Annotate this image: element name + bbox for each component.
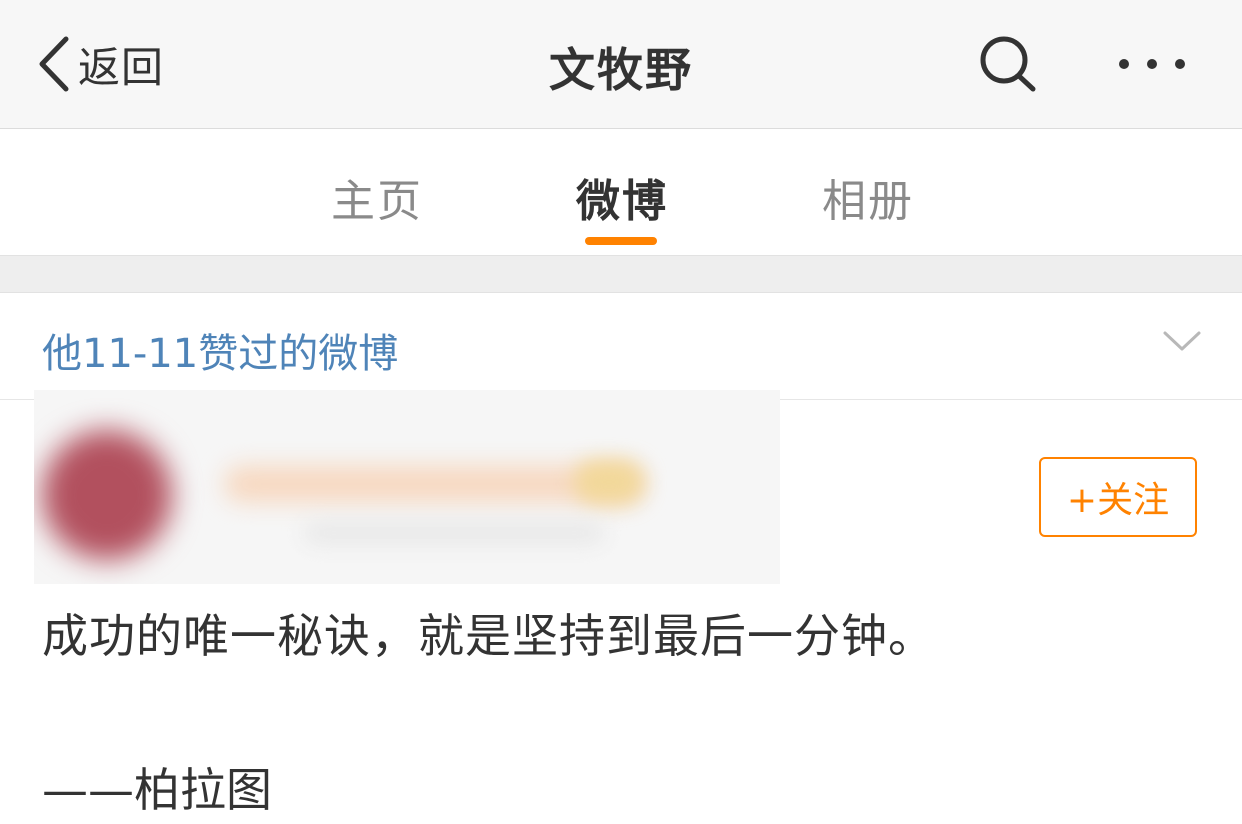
badge-icon [574, 460, 644, 504]
chevron-down-icon [1163, 331, 1201, 351]
top-nav-bar: 返回 文牧野 [0, 0, 1242, 129]
tab-home[interactable]: 主页 [331, 165, 423, 229]
liked-posts-filter[interactable]: 他11-11赞过的微博 [0, 293, 1242, 400]
page-title: 文牧野 [549, 43, 693, 97]
more-button[interactable] [1114, 44, 1190, 84]
post-author-header-blurred [34, 390, 780, 584]
tab-album[interactable]: 相册 [822, 165, 914, 229]
active-tab-indicator [585, 237, 657, 245]
search-button[interactable] [976, 34, 1040, 94]
filter-label: 他11-11赞过的微博 [42, 331, 399, 377]
profile-tabs: 主页 微博 相册 [0, 129, 1242, 256]
blurred-region [34, 390, 780, 584]
weibo-profile-page: 返回 文牧野 主页 微博 相册 他11-11赞过的微博 +关注 成功的唯一秘诀，… [0, 0, 1242, 824]
post-attribution: ——柏拉图 [42, 763, 272, 817]
tab-weibo[interactable]: 微博 [576, 165, 668, 229]
search-icon [980, 36, 1036, 92]
section-divider [0, 256, 1242, 293]
post-text: 成功的唯一秘诀，就是坚持到最后一分钟。 [42, 609, 935, 663]
follow-button[interactable]: +关注 [1039, 457, 1197, 537]
more-icon [1119, 59, 1185, 69]
avatar[interactable] [42, 430, 172, 560]
post-meta-blurred [304, 522, 604, 544]
